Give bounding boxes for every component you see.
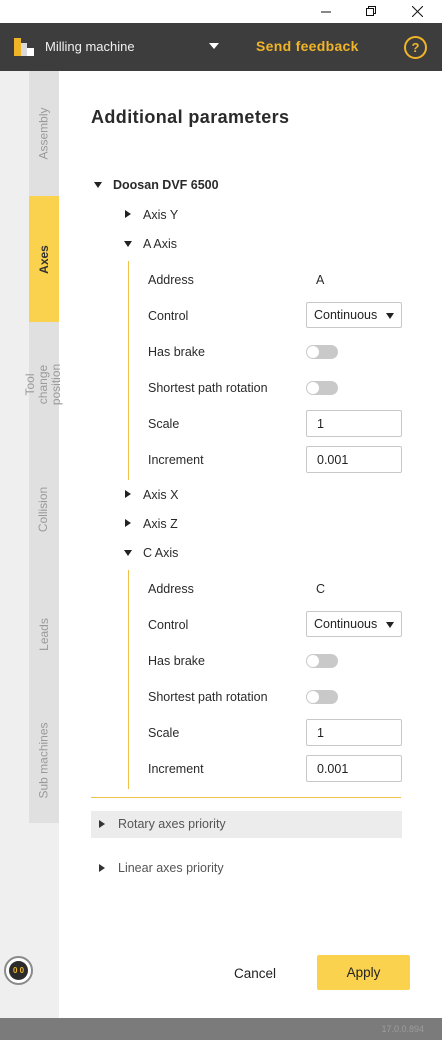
address-value: C [316,582,326,596]
toggle-knob [307,655,319,667]
shortest-path-toggle[interactable] [306,381,338,395]
tree-node-axis-y[interactable]: Axis Y [143,208,178,222]
address-label: Address [148,582,194,596]
chevron-right-icon[interactable] [125,519,131,527]
has-brake-label: Has brake [148,345,205,359]
tab-sub-machines[interactable]: Sub machines [29,697,59,823]
close-icon [411,6,423,17]
cancel-button[interactable]: Cancel [224,957,286,989]
robot-icon: 0 0 [9,961,28,980]
window-titlebar [0,0,442,23]
chevron-right-icon[interactable] [125,210,131,218]
machine-selector[interactable]: Milling machine [45,39,135,54]
chevron-down-icon[interactable] [94,182,102,188]
has-brake-toggle[interactable] [306,345,338,359]
scale-label: Scale [148,726,180,740]
chevron-down-icon[interactable] [209,43,219,49]
scale-label: Scale [148,417,180,431]
send-feedback-button[interactable]: Send feedback [256,38,359,54]
shortest-path-toggle[interactable] [306,690,338,704]
version-label: 17.0.0.894 [381,1024,424,1034]
tab-leads[interactable]: Leads [29,572,59,697]
toggle-knob [307,346,319,358]
chevron-right-icon [99,820,105,828]
chevron-right-icon[interactable] [125,490,131,498]
tab-label: Collision [36,486,51,532]
tab-label: Assembly [36,107,51,160]
rotary-axes-priority-section[interactable]: Rotary axes priority [91,811,402,838]
minimize-icon [320,11,331,13]
has-brake-toggle[interactable] [306,654,338,668]
tree-guide-line [128,261,129,480]
assistant-robot-button[interactable]: 0 0 [4,956,33,985]
chevron-down-icon [386,622,394,628]
tree-node-c-axis[interactable]: C Axis [143,546,178,560]
tree-node-axis-x[interactable]: Axis X [143,488,178,502]
control-select-value: Continuous [314,617,378,631]
scale-input[interactable]: 1 [306,410,402,437]
scale-input[interactable]: 1 [306,719,402,746]
app-header: Milling machine Send feedback ? [0,23,442,71]
apply-button[interactable]: Apply [317,955,410,990]
status-bar: 17.0.0.894 [0,1018,442,1040]
restore-button[interactable] [348,0,394,23]
tab-axes[interactable]: Axes [29,196,59,322]
tab-label: Leads [36,618,51,651]
section-label: Rotary axes priority [118,817,226,831]
control-select-value: Continuous [314,308,378,322]
increment-label: Increment [148,762,204,776]
app-logo-icon [14,38,34,56]
shortest-path-label: Shortest path rotation [148,690,268,704]
control-select[interactable]: Continuous [306,611,402,637]
increment-input[interactable]: 0.001 [306,755,402,782]
tab-assembly[interactable]: Assembly [29,71,59,196]
section-divider [91,797,401,798]
shortest-path-label: Shortest path rotation [148,381,268,395]
has-brake-label: Has brake [148,654,205,668]
section-label: Linear axes priority [118,861,224,875]
control-select[interactable]: Continuous [306,302,402,328]
tree-guide-line [128,570,129,789]
address-value: A [316,273,325,287]
tab-tool-change-position[interactable]: Tool change position [24,322,64,446]
help-button[interactable]: ? [404,36,427,59]
chevron-down-icon [386,313,394,319]
minimize-button[interactable] [303,0,349,23]
increment-label: Increment [148,453,204,467]
toggle-knob [307,382,319,394]
toggle-knob [307,691,319,703]
page-title: Additional parameters [91,107,290,127]
tab-label: Tool change position [23,363,64,405]
tree-node-machine[interactable]: Doosan DVF 6500 [113,178,219,192]
tree-node-a-axis[interactable]: A Axis [143,237,177,251]
tab-collision[interactable]: Collision [29,446,59,572]
chevron-down-icon[interactable] [124,550,132,556]
chevron-right-icon [99,864,105,872]
restore-icon [365,6,376,16]
close-window-button[interactable] [394,0,440,23]
tab-label: Axes [36,244,51,274]
tab-label: Sub machines [36,721,51,799]
chevron-down-icon[interactable] [124,241,132,247]
linear-axes-priority-section[interactable]: Linear axes priority [91,855,402,882]
control-label: Control [148,309,189,323]
control-label: Control [148,618,189,632]
increment-input[interactable]: 0.001 [306,446,402,473]
tree-node-axis-z[interactable]: Axis Z [143,517,178,531]
address-label: Address [148,273,194,287]
